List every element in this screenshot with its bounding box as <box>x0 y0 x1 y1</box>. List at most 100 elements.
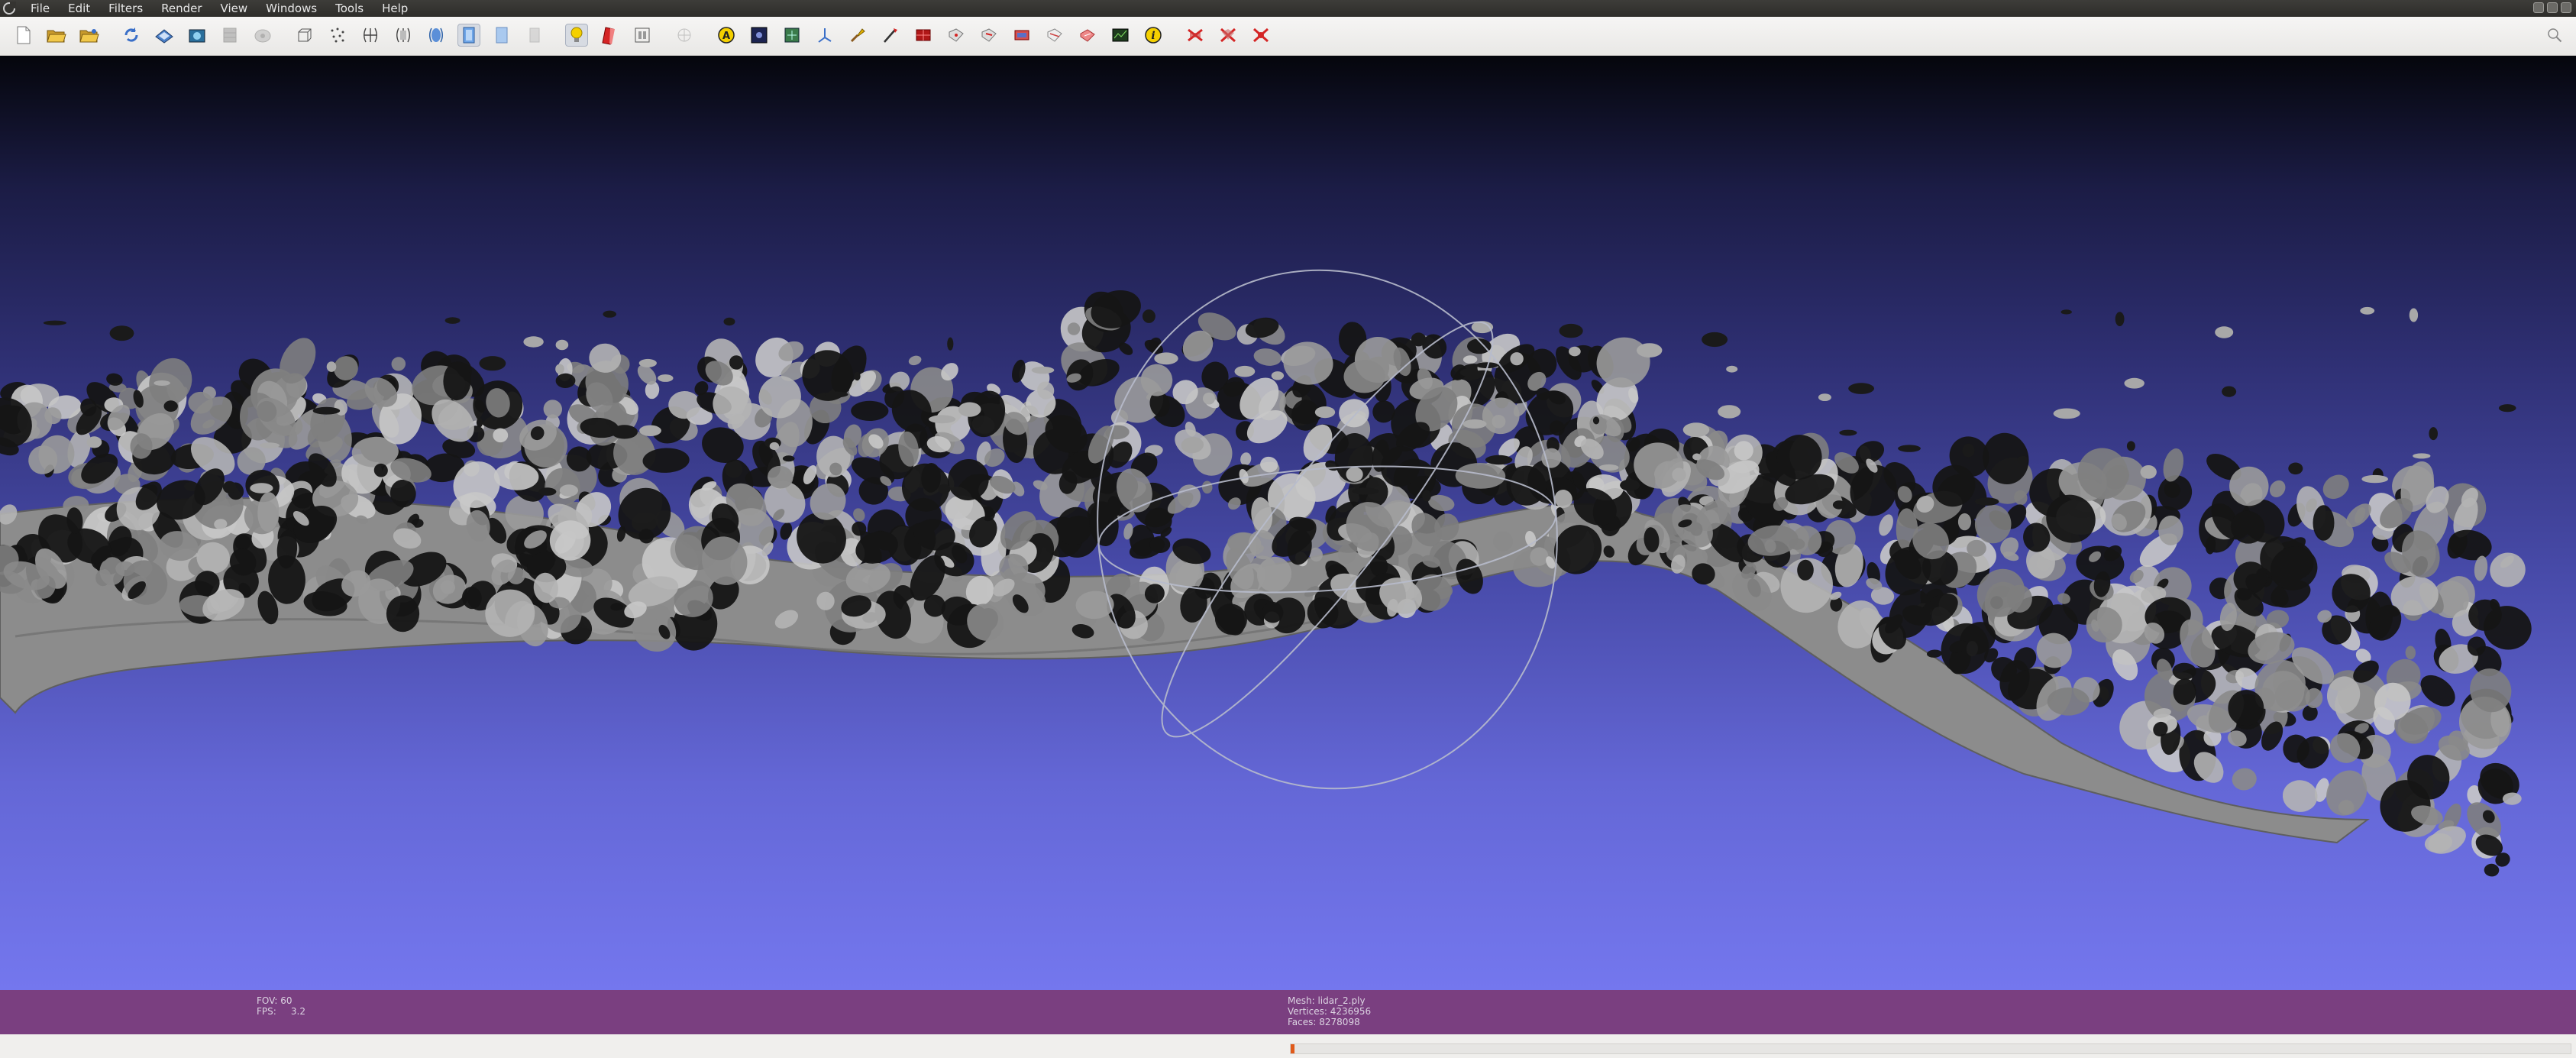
vegetation-blob <box>1957 513 1972 531</box>
menu-help[interactable]: Help <box>373 0 417 17</box>
mesh-fragment <box>611 425 638 439</box>
mesh-fragment <box>2498 404 2516 413</box>
delete-all-icon[interactable] <box>1249 24 1272 47</box>
vegetation-blob <box>2313 505 2335 541</box>
mesh-fragment <box>639 425 661 436</box>
menu-tools[interactable]: Tools <box>326 0 373 17</box>
decorate-icon[interactable] <box>631 24 654 47</box>
layer-stack-icon[interactable] <box>218 24 241 47</box>
vegetation-blob <box>2269 480 2286 497</box>
vegetation-blob <box>2490 552 2526 587</box>
vegetation-blob <box>2047 688 2090 716</box>
view-info: FOV: 60 FPS: 3.2 <box>257 995 305 1017</box>
vegetation-blob <box>908 355 922 366</box>
delete-vertices-icon[interactable] <box>1217 24 1240 47</box>
snapshot-icon[interactable] <box>186 24 208 47</box>
3d-viewport[interactable] <box>0 56 2576 990</box>
mesh-fragment <box>1422 490 1431 502</box>
close-window-button[interactable] <box>2561 2 2571 13</box>
mesh-fragment <box>1351 487 1379 495</box>
vegetation-blob <box>1339 399 1369 428</box>
vegetation-blob <box>1240 452 1252 466</box>
pick-points-icon[interactable] <box>1010 24 1033 47</box>
color-icon[interactable] <box>598 24 621 47</box>
mesh-fragment <box>2053 408 2080 419</box>
mesh-fragment <box>1510 352 1524 366</box>
maximize-button[interactable] <box>2547 2 2558 13</box>
flat-shading-icon[interactable] <box>392 24 415 47</box>
paint-icon[interactable] <box>846 24 869 47</box>
edit-reference-icon[interactable] <box>1076 24 1099 47</box>
mesh-fragment <box>2361 474 2388 484</box>
mesh-fragment <box>658 374 674 382</box>
mesh-fragment <box>929 415 956 424</box>
open-mesh-icon[interactable] <box>78 24 101 47</box>
mesh-fragment <box>2429 427 2438 441</box>
texture-icon[interactable] <box>457 24 480 47</box>
reload-icon[interactable] <box>120 24 143 47</box>
menu-file[interactable]: File <box>21 0 59 17</box>
points-icon[interactable] <box>326 24 349 47</box>
lidar-mesh-render <box>0 269 2532 877</box>
select-faces-icon[interactable] <box>912 24 935 47</box>
search-icon[interactable] <box>2547 28 2562 46</box>
wireframe-icon[interactable] <box>359 24 382 47</box>
culling-icon[interactable] <box>523 24 546 47</box>
light-bulb-icon[interactable] <box>565 24 588 47</box>
mesh-fragment <box>1346 467 1363 482</box>
annotation-icon[interactable]: A <box>715 24 738 47</box>
align-icon[interactable] <box>813 24 836 47</box>
mesh-fragment <box>2115 312 2125 326</box>
vertices-label: Vertices: <box>1288 1006 1327 1017</box>
open-project-icon[interactable] <box>45 24 68 47</box>
vegetation-blob <box>1253 348 1282 366</box>
delete-faces-icon[interactable] <box>1184 24 1207 47</box>
vegetation-blob <box>2484 863 2500 877</box>
mesh-fragment <box>2288 462 2303 475</box>
mesh-fragment <box>782 455 795 462</box>
smooth-shading-icon[interactable] <box>425 24 448 47</box>
layers-icon[interactable] <box>673 24 696 47</box>
mesh-fragment <box>947 337 954 351</box>
mesh-fragment <box>638 358 657 367</box>
mesh-fragment <box>555 339 569 351</box>
mesh-fragment <box>1620 479 1640 491</box>
mesh-fragment <box>1726 365 1738 373</box>
menu-edit[interactable]: Edit <box>59 0 99 17</box>
mesh-fragment <box>312 406 341 415</box>
mesh-fragment <box>1718 405 1741 419</box>
quality-mapper-icon[interactable] <box>1109 24 1132 47</box>
mesh-fragment <box>723 317 735 326</box>
mesh-fragment <box>825 391 848 398</box>
mesh-fragment <box>1154 352 1178 365</box>
info-icon[interactable]: i <box>1142 24 1165 47</box>
z-painting-icon[interactable] <box>879 24 902 47</box>
menu-filters[interactable]: Filters <box>99 0 152 17</box>
mesh-fragment <box>150 466 162 474</box>
menu-windows[interactable]: Windows <box>257 0 326 17</box>
mesh-fragment <box>479 356 506 371</box>
fov-value: 60 <box>280 995 293 1006</box>
raster-icon[interactable] <box>748 24 771 47</box>
mesh-fragment <box>2215 326 2234 338</box>
mesh-fragment <box>2409 308 2419 322</box>
mesh-fragment <box>260 442 280 448</box>
mesh-fragment <box>1142 309 1155 323</box>
mesh-fragment <box>1592 416 1600 425</box>
camera-icon[interactable] <box>251 24 274 47</box>
bounding-box-icon[interactable] <box>293 24 316 47</box>
select-vertices-icon[interactable] <box>945 24 968 47</box>
save-icon[interactable] <box>153 24 176 47</box>
menu-view[interactable]: View <box>212 0 257 17</box>
svg-text:i: i <box>1151 30 1155 42</box>
new-project-icon[interactable] <box>12 24 35 47</box>
mesh-fragment <box>1637 343 1663 358</box>
menu-render[interactable]: Render <box>152 0 211 17</box>
measure-icon[interactable] <box>1043 24 1066 47</box>
backface-icon[interactable] <box>490 24 513 47</box>
vegetation-blob <box>2405 645 2416 660</box>
normals-icon[interactable] <box>781 24 803 47</box>
vegetation-blob <box>1149 535 1171 554</box>
select-connected-icon[interactable] <box>978 24 1000 47</box>
minimize-button[interactable] <box>2533 2 2544 13</box>
